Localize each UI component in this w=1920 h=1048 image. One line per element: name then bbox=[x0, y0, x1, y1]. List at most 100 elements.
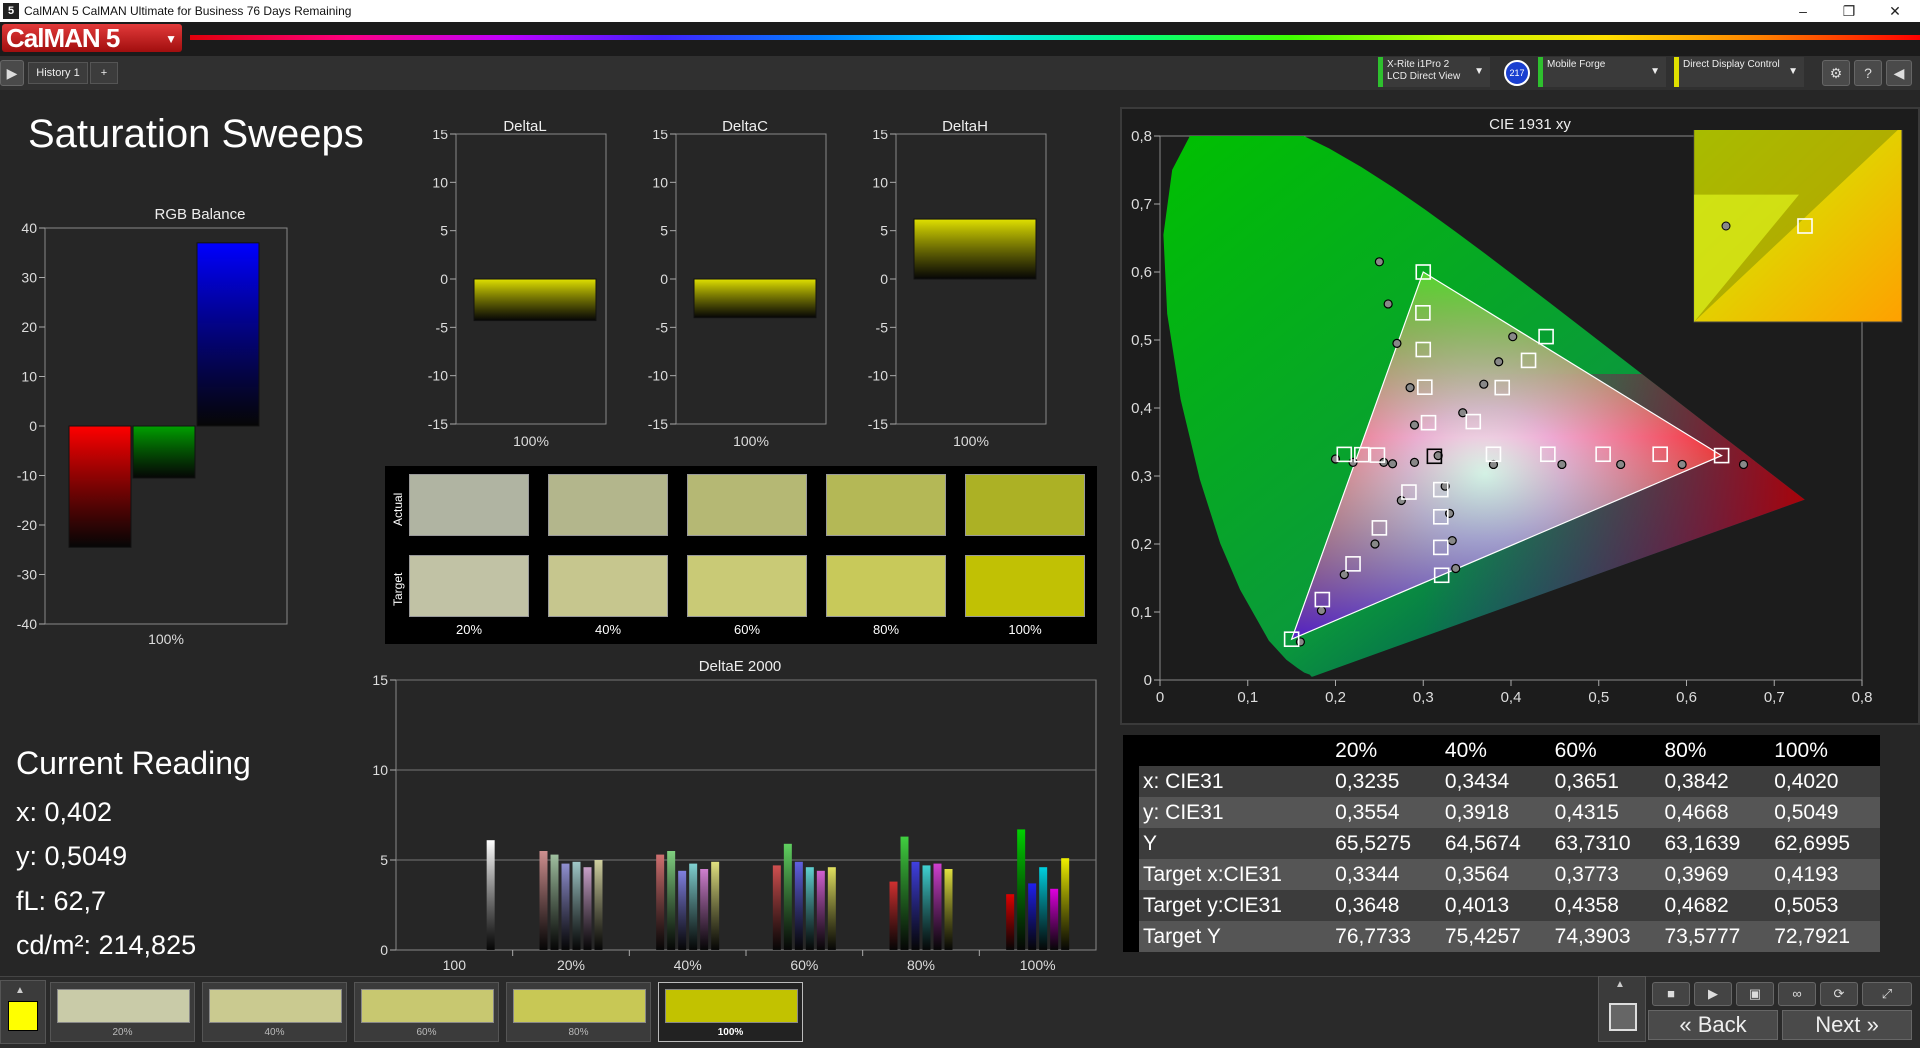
actual-swatch bbox=[687, 474, 807, 536]
deltae-bar bbox=[678, 870, 687, 950]
meter-selector[interactable]: X-Rite i1Pro 2 LCD Direct View ▼ bbox=[1378, 57, 1490, 87]
actual-point bbox=[1392, 338, 1402, 348]
deltae-bar bbox=[1050, 888, 1059, 950]
row-label: Target y:CIE31 bbox=[1139, 890, 1332, 921]
deltae-bar bbox=[944, 869, 953, 950]
swatch-color bbox=[57, 989, 190, 1023]
deltah-chart: 15 10 5 0 -5 -10 -15 100% bbox=[868, 130, 1047, 449]
x-tick-label: 100% bbox=[1020, 957, 1056, 973]
table-cell: 0,3434 bbox=[1440, 766, 1551, 797]
y-tick-label: 0,7 bbox=[1131, 196, 1152, 213]
table-cell: 0,4315 bbox=[1550, 797, 1661, 828]
help-icon[interactable]: ? bbox=[1854, 60, 1882, 86]
deltal-chart: 15 10 5 0 -5 -10 -15 100% bbox=[428, 130, 607, 449]
target-swatch bbox=[548, 555, 668, 617]
deltae-bar bbox=[711, 861, 720, 950]
bottom-swatch-80%[interactable]: 80% bbox=[506, 982, 651, 1042]
loop-icon[interactable]: ∞ bbox=[1778, 982, 1816, 1006]
settings-gear-icon[interactable]: ⚙ bbox=[1822, 60, 1850, 86]
device-count-badge[interactable]: 217 bbox=[1504, 60, 1530, 86]
x-tick-label: 0 bbox=[1156, 689, 1164, 706]
table-cell: 0,4193 bbox=[1770, 859, 1880, 890]
back-button[interactable]: « Back bbox=[1648, 1010, 1778, 1040]
close-button[interactable]: ✕ bbox=[1872, 0, 1918, 22]
x-tick-label: 60% bbox=[790, 957, 818, 973]
row-spacer bbox=[1123, 859, 1139, 890]
play-icon[interactable]: ▶ bbox=[1694, 982, 1732, 1006]
deltae-bar bbox=[1017, 829, 1026, 950]
minimize-button[interactable]: – bbox=[1780, 0, 1826, 22]
table-row: y: CIE31 0,3554 0,3918 0,4315 0,4668 0,5049 bbox=[1123, 797, 1880, 828]
delta-bar bbox=[913, 218, 1037, 280]
table-cell: 0,4013 bbox=[1440, 890, 1551, 921]
cie-1931-chart: 0 0,1 0,2 0,3 0,4 0,5 0,6 0,7 0,8 0 0,1 0,2 0,3 0,4 0,… bbox=[1131, 130, 1903, 706]
logo-text: CalMAN 5 bbox=[6, 23, 120, 53]
y-tick-label: -30 bbox=[17, 567, 37, 583]
deltae-bar bbox=[583, 867, 592, 950]
y-tick-label: 0,5 bbox=[1131, 332, 1152, 349]
target-swatch bbox=[687, 555, 807, 617]
x-tick-label: 0,5 bbox=[1588, 689, 1609, 706]
x-tick-label: 100% bbox=[148, 631, 184, 647]
tab-history-1[interactable]: History 1 bbox=[28, 62, 88, 84]
table-row: x: CIE31 0,3235 0,3434 0,3651 0,3842 0,4020 bbox=[1123, 766, 1880, 797]
table-cell: 75,4257 bbox=[1440, 921, 1551, 952]
y-tick-label: 10 bbox=[872, 174, 888, 190]
table-header: 60% bbox=[1550, 735, 1661, 766]
swatch-label: 40% bbox=[594, 622, 622, 637]
table-header bbox=[1139, 735, 1332, 766]
table-cell: 74,3903 bbox=[1550, 921, 1661, 952]
bottom-swatch-20%[interactable]: 20% bbox=[50, 982, 195, 1042]
deltae-bar bbox=[539, 851, 548, 950]
table-cell: 62,6995 bbox=[1770, 828, 1880, 859]
table-cell: 0,3554 bbox=[1331, 797, 1441, 828]
y-tick-label: 0,1 bbox=[1131, 604, 1152, 621]
actual-point bbox=[1447, 536, 1457, 546]
deltae-bar bbox=[1039, 867, 1048, 950]
refresh-icon[interactable]: ⟳ bbox=[1820, 982, 1858, 1006]
row-spacer bbox=[1123, 797, 1139, 828]
restore-button[interactable]: ❐ bbox=[1826, 0, 1872, 22]
chevron-up-icon[interactable]: ▲ bbox=[15, 985, 25, 996]
calman-menu-button[interactable]: CalMAN 5 ▼ bbox=[2, 24, 182, 52]
bottom-swatch-100%[interactable]: 100% bbox=[658, 982, 803, 1042]
next-button[interactable]: Next » bbox=[1782, 1010, 1912, 1040]
deltae-bar bbox=[827, 867, 836, 950]
table-cell: 0,3918 bbox=[1440, 797, 1551, 828]
deltae-chart: 15 10 5 0 100 20% 40% 60% 80% 100% bbox=[372, 672, 1097, 973]
double-chevron-right-icon: » bbox=[1866, 1012, 1879, 1037]
deltae-bar bbox=[561, 863, 570, 950]
table-cell: 63,7310 bbox=[1550, 828, 1661, 859]
collapse-arrow-icon[interactable]: ◀ bbox=[1886, 60, 1912, 86]
swatch-label: 20% bbox=[112, 1027, 133, 1038]
expand-icon[interactable]: ⤢ bbox=[1862, 982, 1912, 1006]
bottom-swatch-60%[interactable]: 60% bbox=[354, 982, 499, 1042]
x-tick-label: 0,2 bbox=[1325, 689, 1346, 706]
chevron-up-icon[interactable]: ▲ bbox=[1615, 979, 1625, 990]
chevron-down-icon: ▼ bbox=[1788, 66, 1798, 77]
display-selector[interactable]: Direct Display Control ▼ bbox=[1674, 57, 1804, 87]
pattern-window-icon[interactable] bbox=[1609, 1003, 1637, 1031]
bottom-swatch-40%[interactable]: 40% bbox=[202, 982, 347, 1042]
save-icon[interactable]: ▣ bbox=[1736, 982, 1774, 1006]
swatch-color bbox=[665, 989, 798, 1023]
source-selector[interactable]: Mobile Forge ▼ bbox=[1538, 57, 1666, 87]
play-arrow-icon[interactable]: ▶ bbox=[0, 60, 24, 86]
stop-icon[interactable]: ■ bbox=[1652, 982, 1690, 1006]
row-label: x: CIE31 bbox=[1139, 766, 1332, 797]
y-tick-label: 0,6 bbox=[1131, 264, 1152, 281]
display-name: Direct Display Control bbox=[1683, 59, 1780, 70]
x-tick-label: 80% bbox=[907, 957, 935, 973]
y-tick-label: -10 bbox=[868, 368, 888, 384]
x-tick-label: 40% bbox=[674, 957, 702, 973]
y-tick-label: -10 bbox=[428, 368, 448, 384]
actual-point bbox=[1479, 379, 1489, 389]
add-tab-button[interactable]: + bbox=[90, 62, 118, 84]
table-header: 40% bbox=[1440, 735, 1551, 766]
swatch-label: 80% bbox=[568, 1027, 589, 1038]
actual-point bbox=[1738, 459, 1749, 470]
table-cell: 76,7733 bbox=[1331, 921, 1441, 952]
actual-swatch bbox=[409, 474, 529, 536]
swatch-label: 60% bbox=[416, 1027, 437, 1038]
table-row: Target Y 76,7733 75,4257 74,3903 73,5777 72,7… bbox=[1123, 921, 1880, 952]
